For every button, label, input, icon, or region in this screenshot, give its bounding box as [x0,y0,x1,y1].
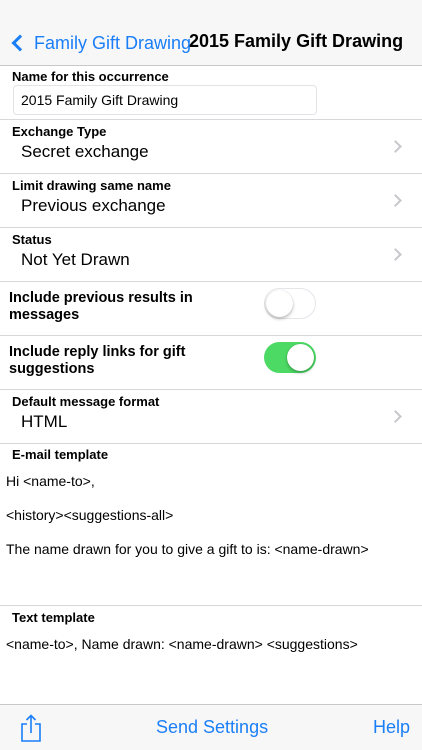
bottom-toolbar: Send Settings Help [0,704,422,750]
send-settings-button[interactable]: Send Settings [156,717,268,738]
status-row[interactable]: Status Not Yet Drawn [0,228,422,282]
exchange-type-value: Secret exchange [21,142,149,161]
include-reply-links-switch[interactable] [264,342,316,373]
text-template-line: <name-to>, Name drawn: <name-drawn> <sug… [6,636,358,652]
chevron-right-icon [389,248,402,261]
occurrence-row: Name for this occurrence 2015 Family Gif… [0,66,422,120]
chevron-right-icon [389,194,402,207]
chevron-right-icon [389,410,402,423]
include-reply-links-row: Include reply links for gift suggestions [0,336,422,390]
occurrence-label: Name for this occurrence [12,69,169,84]
text-template-section: Text template <name-to>, Name drawn: <na… [0,606,422,704]
email-template-label: E-mail template [12,447,109,462]
switch-knob [287,344,314,371]
exchange-type-label: Exchange Type [12,124,107,139]
include-previous-switch[interactable] [264,288,316,319]
occurrence-name-input[interactable]: 2015 Family Gift Drawing [13,85,317,115]
page-title: 2015 Family Gift Drawing [189,31,404,51]
include-previous-row: Include previous results in messages [0,282,422,336]
back-button-label: Family Gift Drawing [34,32,192,53]
status-value: Not Yet Drawn [21,250,130,269]
help-button[interactable]: Help [373,717,410,738]
status-label: Status [12,232,52,247]
exchange-type-row[interactable]: Exchange Type Secret exchange [0,120,422,174]
switch-knob [266,289,293,317]
include-previous-label: Include previous results in messages [9,290,193,323]
limit-drawing-row[interactable]: Limit drawing same name Previous exchang… [0,174,422,228]
message-format-value: HTML [21,412,68,431]
navigation-bar: Family Gift Drawing 2015 Family Gift Dra… [0,0,422,66]
share-icon[interactable] [20,714,42,742]
text-template-label: Text template [12,610,95,625]
include-reply-links-label: Include reply links for gift suggestions [9,344,186,377]
message-format-label: Default message format [12,394,160,409]
email-template-line: The name drawn for you to give a gift to… [6,541,369,557]
limit-drawing-label: Limit drawing same name [12,178,171,193]
email-template-section: E-mail template Hi <name-to>, <history><… [0,444,422,606]
chevron-left-icon [11,34,29,52]
email-template-line: <history><suggestions-all> [6,507,174,523]
message-format-row[interactable]: Default message format HTML [0,390,422,444]
email-template-line: Hi <name-to>, [6,473,95,489]
limit-drawing-value: Previous exchange [21,196,166,215]
chevron-right-icon [389,140,402,153]
back-button[interactable]: Family Gift Drawing [10,28,191,58]
